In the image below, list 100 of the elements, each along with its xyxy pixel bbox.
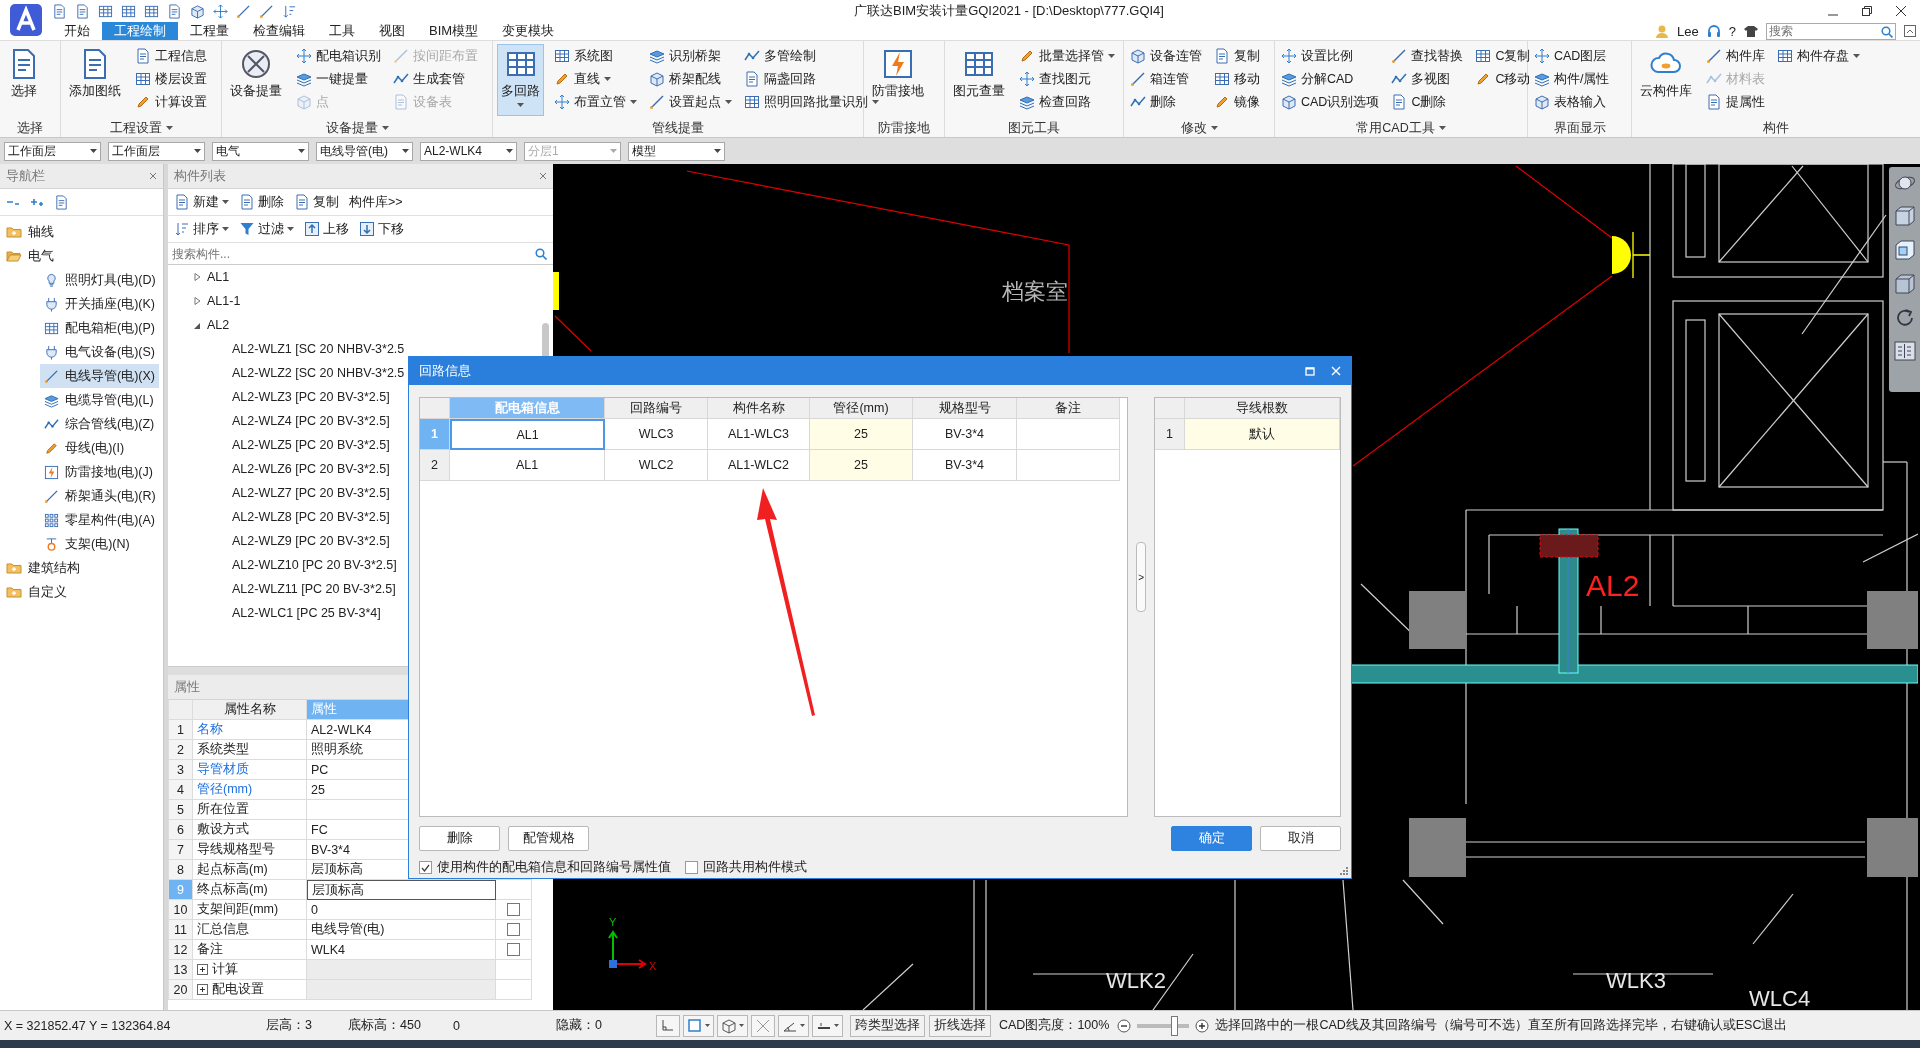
tree-item[interactable]: 电缆导管(电)(L)	[40, 388, 158, 412]
zoom-out-icon[interactable]	[1117, 1018, 1132, 1033]
ribbon-button[interactable]: 工程信息	[133, 46, 209, 66]
dropdown-field[interactable]: 模型	[628, 141, 725, 161]
tree-item[interactable]: 建筑结构	[0, 556, 163, 580]
tree-item[interactable]: 电气设备(电)(S)	[40, 340, 159, 364]
line-icon[interactable]	[236, 3, 251, 19]
tree-item[interactable]: 自定义	[0, 580, 163, 604]
dropdown-field[interactable]: 电线导管(电)	[316, 141, 413, 161]
expand-icon[interactable]	[197, 984, 208, 995]
menu-tab[interactable]: 检查编辑	[241, 22, 317, 40]
ribbon-button[interactable]: 识别桥架	[647, 46, 734, 66]
ribbon-button[interactable]: 构件/属性	[1532, 69, 1612, 89]
slider-thumb[interactable]	[1170, 1015, 1178, 1036]
ribbon-button[interactable]: 表格输入	[1532, 92, 1612, 112]
tree-item[interactable]: 照明灯具(电)(D)	[40, 268, 160, 292]
ribbon-button[interactable]: 检查回路	[1017, 92, 1117, 112]
cube-icon[interactable]	[1893, 273, 1916, 295]
grid-icon[interactable]	[121, 3, 136, 19]
arrows-icon[interactable]	[213, 3, 228, 19]
expand-icon[interactable]	[1904, 25, 1916, 37]
dropdown-field[interactable]: 电气	[212, 141, 309, 161]
tree-item[interactable]: 支架(电)(N)	[40, 532, 134, 556]
ribbon-button[interactable]: C复制	[1473, 46, 1533, 66]
ribbon-button[interactable]: 设备连管	[1128, 46, 1204, 66]
tree-item[interactable]: AL1-1	[168, 289, 553, 313]
dropdown-field[interactable]: 工作面层	[108, 141, 205, 161]
ribbon-button[interactable]: 系统图	[552, 46, 639, 66]
tree-item[interactable]: 电线导管(电)(X)	[40, 364, 159, 388]
ribbon-button[interactable]: 批量选择管	[1017, 46, 1117, 66]
tree-item[interactable]: 电气	[0, 244, 163, 268]
ribbon-button[interactable]: 提属性	[1704, 92, 1767, 112]
ribbon-button[interactable]: 分解CAD	[1279, 69, 1382, 89]
toolbar-button[interactable]	[812, 1014, 843, 1037]
grid-icon[interactable]	[144, 3, 159, 19]
tree-item[interactable]: 综合管线(电)(Z)	[40, 412, 159, 436]
tree-item[interactable]: 桥架通头(电)(R)	[40, 484, 160, 508]
ribbon-button[interactable]: 多回路	[497, 44, 544, 116]
restore-icon[interactable]	[1862, 6, 1872, 16]
ribbon-button[interactable]: 配电箱识别	[294, 46, 383, 66]
checkbox[interactable]	[419, 861, 432, 874]
menu-tab[interactable]: 工程绘制	[102, 22, 178, 40]
lamp-symbol[interactable]	[1612, 231, 1651, 279]
ribbon-button[interactable]: 构件存盘	[1775, 46, 1862, 66]
document-icon[interactable]	[167, 3, 182, 19]
dialog-button[interactable]: 删除	[419, 826, 500, 851]
ribbon-button[interactable]: 设备提量	[226, 44, 286, 116]
tree-item[interactable]: 轴线	[0, 220, 163, 244]
search-field[interactable]: 搜索	[1766, 22, 1896, 40]
tree-item[interactable]: AL1	[168, 265, 553, 289]
tree-item[interactable]: AL2-WLZ1 [SC 20 NHBV-3*2.5	[168, 337, 553, 361]
ribbon-button[interactable]: C删除	[1389, 92, 1466, 112]
ribbon-button[interactable]: 构件库	[1704, 46, 1767, 66]
toolbar-button[interactable]: 复制	[294, 193, 339, 211]
toolbar-button[interactable]: 删除	[239, 193, 284, 211]
column-header[interactable]: 规格型号	[913, 398, 1017, 419]
toggle-button[interactable]: 跨类型选择	[850, 1014, 925, 1037]
user-name[interactable]: Lee	[1677, 23, 1699, 39]
ribbon-button[interactable]: 镜像	[1212, 92, 1262, 112]
cube-icon[interactable]	[1893, 205, 1916, 227]
sort-icon[interactable]	[282, 3, 297, 19]
caret-right-icon[interactable]	[194, 273, 201, 281]
checkbox[interactable]	[685, 861, 698, 874]
splitter-handle[interactable]: >	[1136, 542, 1146, 612]
column-header[interactable]: 回路编号	[605, 398, 708, 419]
ribbon-button[interactable]: 箱连管	[1128, 69, 1204, 89]
row-number[interactable]: 2	[420, 450, 450, 481]
dialog-button[interactable]: 配管规格	[508, 826, 589, 851]
caret-right-icon[interactable]	[194, 297, 201, 305]
toolbar-button[interactable]	[778, 1014, 809, 1037]
menu-tab[interactable]: 工程量	[178, 22, 241, 40]
document-icon[interactable]	[54, 194, 69, 210]
dropdown-field[interactable]: 工作面层	[4, 141, 101, 161]
toolbar-button[interactable]	[717, 1014, 748, 1037]
globe-icon[interactable]	[1893, 173, 1916, 193]
tree-item[interactable]: 开关插座(电)(K)	[40, 292, 159, 316]
help-button[interactable]: ?	[1728, 23, 1736, 39]
toggle-button[interactable]: 折线选择	[929, 1014, 991, 1037]
ribbon-button[interactable]: 云构件库	[1636, 44, 1696, 116]
dropdown-field[interactable]: AL2-WLK4	[420, 141, 517, 161]
distribution-box[interactable]	[1539, 534, 1599, 558]
ribbon-button[interactable]: 生成套管	[391, 69, 480, 89]
ribbon-button[interactable]: 删除	[1128, 92, 1204, 112]
column-header[interactable]: 构件名称	[708, 398, 810, 419]
ribbon-button[interactable]: CAD图层	[1532, 46, 1612, 66]
ribbon-button[interactable]: 查找替换	[1389, 46, 1466, 66]
document-icon[interactable]	[75, 3, 90, 19]
toolbar-button[interactable]: 排序	[174, 220, 229, 238]
ribbon-button[interactable]: 直线	[552, 69, 639, 89]
ribbon-button[interactable]: 设置起点	[647, 92, 734, 112]
grid-icon[interactable]	[98, 3, 113, 19]
ribbon-button[interactable]: 多视图	[1389, 69, 1466, 89]
toolbar-button[interactable]: 上移	[304, 220, 349, 238]
row-number[interactable]: 1	[1155, 419, 1185, 450]
expand-icon[interactable]	[197, 964, 208, 975]
close-icon[interactable]	[1896, 6, 1906, 16]
ribbon-button[interactable]: 桥架配线	[647, 69, 734, 89]
tree-item[interactable]: 防雷接地(电)(J)	[40, 460, 157, 484]
maximize-icon[interactable]	[1305, 366, 1315, 376]
cancel-button[interactable]: 取消	[1260, 826, 1341, 851]
